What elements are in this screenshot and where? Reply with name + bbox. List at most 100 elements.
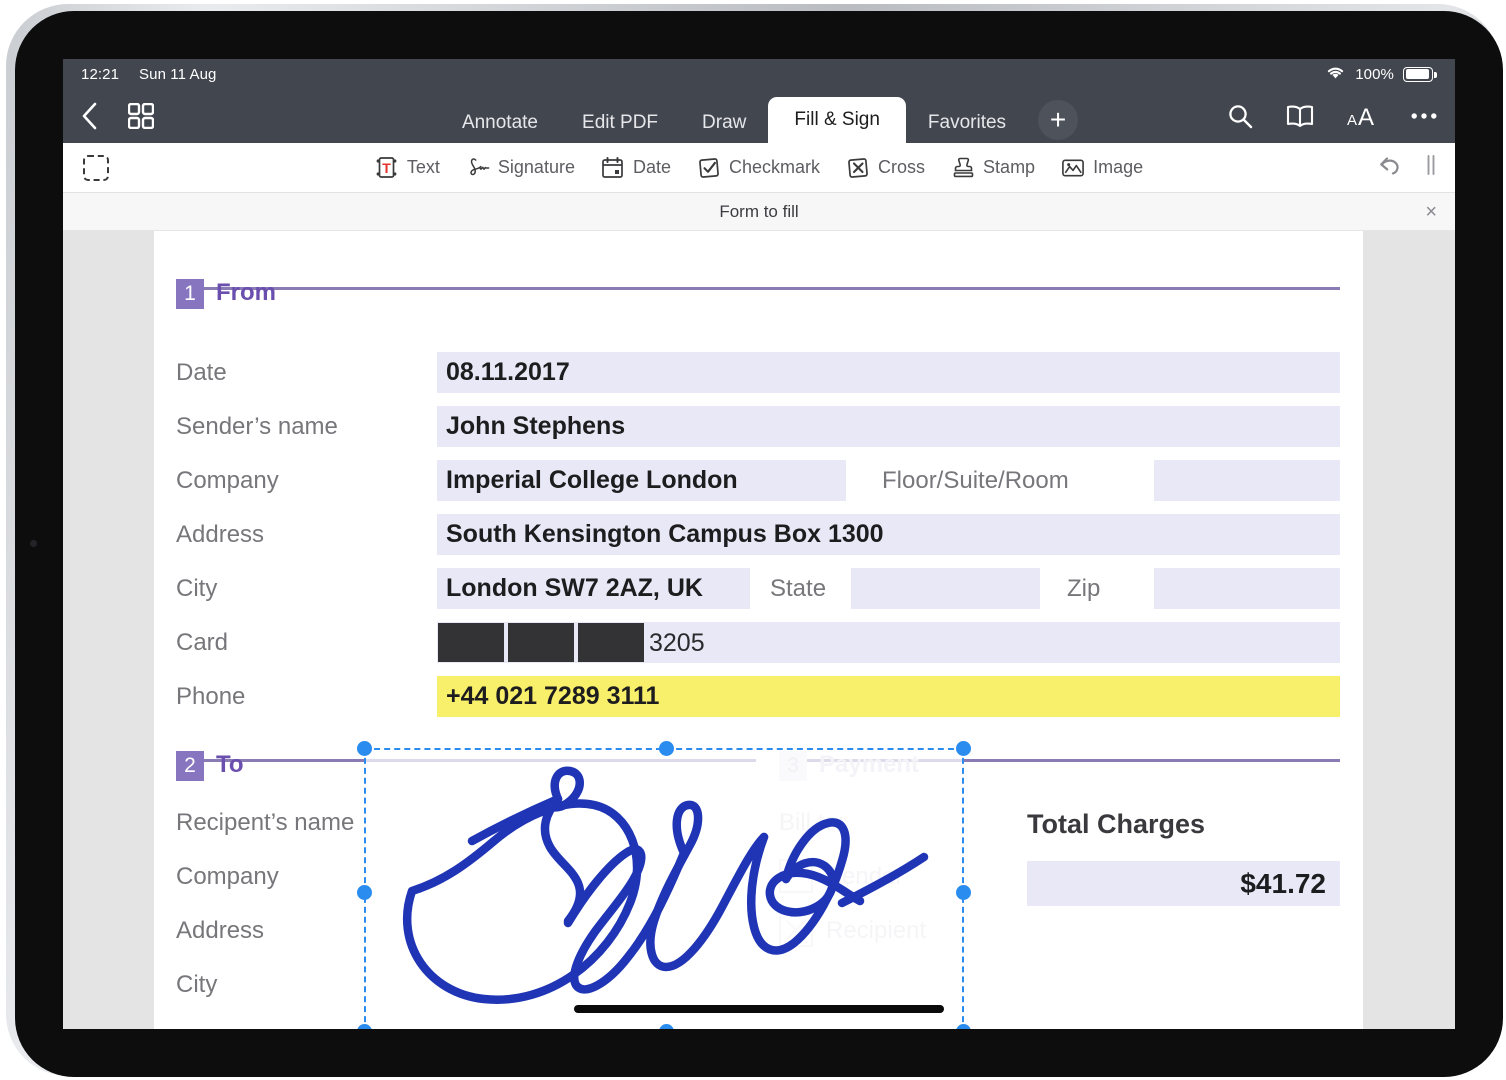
navigation-bar: Annotate Edit PDF Draw Fill & Sign Favor… xyxy=(63,89,1455,143)
label-address-to: Address xyxy=(176,917,265,944)
field-date[interactable]: 08.11.2017 xyxy=(437,352,1340,393)
tab-fill-and-sign[interactable]: Fill & Sign xyxy=(768,97,906,143)
battery-full-icon xyxy=(1403,66,1437,82)
text-tool-icon: T xyxy=(375,156,399,180)
tool-text[interactable]: T Text xyxy=(375,156,440,180)
resize-handle-top-left[interactable] xyxy=(357,741,372,756)
tool-image[interactable]: Image xyxy=(1061,156,1143,180)
section-title-to: To xyxy=(216,751,244,778)
field-zip[interactable] xyxy=(1154,568,1340,609)
svg-text:A: A xyxy=(1347,112,1357,129)
close-icon[interactable]: × xyxy=(1425,202,1437,222)
tool-label: Cross xyxy=(878,157,926,177)
resize-handle-bottom-left[interactable] xyxy=(357,1024,372,1029)
label-address-from: Address xyxy=(176,521,265,548)
field-senders-name[interactable]: John Stephens xyxy=(437,406,1340,447)
section-badge-2: 2 xyxy=(176,751,204,781)
form-to-fill-banner: Form to fill × xyxy=(63,193,1455,231)
book-reading-mode-icon[interactable] xyxy=(1285,105,1315,128)
status-indicators: 100% xyxy=(1325,65,1437,84)
date-tool-icon xyxy=(601,156,625,180)
tool-items: T Text Signature Date Checkmark Cross St… xyxy=(63,156,1455,180)
field-phone-value: +44 021 7289 3111 xyxy=(446,682,660,710)
resize-handle-middle-left[interactable] xyxy=(357,885,372,900)
resize-handle-bottom-right[interactable] xyxy=(956,1024,971,1029)
label-floor-suite-room: Floor/Suite/Room xyxy=(882,467,1069,494)
field-total-charges[interactable]: $41.72 xyxy=(1027,861,1340,906)
tool-label: Text xyxy=(406,157,440,177)
label-phone: Phone xyxy=(176,683,246,710)
tab-favorites[interactable]: Favorites xyxy=(906,103,1028,143)
field-city-from-value: London SW7 2AZ, UK xyxy=(446,574,703,602)
selection-bounding-box[interactable] xyxy=(357,741,971,1029)
battery-percent: 100% xyxy=(1355,65,1394,83)
label-company-from: Company xyxy=(176,467,279,494)
field-state[interactable] xyxy=(851,568,1040,609)
svg-text:A: A xyxy=(1358,104,1374,129)
label-zip: Zip xyxy=(1067,575,1101,602)
text-size-icon[interactable]: AA xyxy=(1347,103,1379,129)
banner-title: Form to fill xyxy=(719,201,799,221)
signature-tool-icon xyxy=(466,156,490,180)
field-city-from[interactable]: London SW7 2AZ, UK xyxy=(437,568,750,609)
resize-handle-top-center[interactable] xyxy=(659,741,674,756)
resize-handle-top-right[interactable] xyxy=(956,741,971,756)
more-options-icon[interactable] xyxy=(1411,112,1437,120)
image-tool-icon xyxy=(1061,156,1085,180)
field-company-from-value: Imperial College London xyxy=(446,466,738,494)
wifi-icon xyxy=(1325,65,1346,84)
ipad-device-frame: 12:21 Sun 11 Aug 100% Annotate Edit PDF … xyxy=(6,4,1503,1077)
tool-label: Image xyxy=(1093,157,1144,177)
tab-draw[interactable]: Draw xyxy=(680,103,768,143)
fill-sign-toolbar: T Text Signature Date Checkmark Cross St… xyxy=(63,143,1455,193)
label-company-to: Company xyxy=(176,863,279,890)
field-total-charges-value: $41.72 xyxy=(1240,867,1326,899)
field-senders-name-value: John Stephens xyxy=(446,412,626,440)
resize-handle-bottom-center[interactable] xyxy=(659,1024,674,1029)
card-redaction-block xyxy=(508,623,574,662)
tool-label: Checkmark xyxy=(729,157,821,177)
status-time: 12:21 xyxy=(81,65,120,83)
total-charges-label: Total Charges xyxy=(1027,809,1206,839)
label-city-to: City xyxy=(176,971,218,998)
tool-checkmark[interactable]: Checkmark xyxy=(697,156,820,180)
section-title-from: From xyxy=(216,279,276,306)
tool-cross[interactable]: Cross xyxy=(846,156,925,180)
tool-stamp[interactable]: Stamp xyxy=(951,156,1035,180)
label-city-from: City xyxy=(176,575,218,602)
tool-label: Stamp xyxy=(983,157,1036,177)
card-redaction-block xyxy=(438,623,504,662)
label-date: Date xyxy=(176,359,227,386)
tab-edit-pdf[interactable]: Edit PDF xyxy=(560,103,680,143)
checkmark-tool-icon xyxy=(697,156,721,180)
field-phone[interactable]: +44 021 7289 3111 xyxy=(437,676,1340,717)
card-redaction-block xyxy=(578,623,644,662)
home-indicator[interactable] xyxy=(574,1005,944,1013)
pdf-page: 1 From Date 08.11.2017 Sender’s name Joh… xyxy=(154,231,1363,1029)
cross-tool-icon xyxy=(846,156,870,180)
status-bar: 12:21 Sun 11 Aug 100% xyxy=(63,59,1455,89)
field-card-value: 3205 xyxy=(649,629,705,657)
label-recipients-name: Recipent’s name xyxy=(176,809,355,836)
section-badge-1: 1 xyxy=(176,279,204,309)
nav-right-group: AA xyxy=(1228,89,1437,143)
resize-handle-middle-right[interactable] xyxy=(956,885,971,900)
document-viewport[interactable]: 1 From Date 08.11.2017 Sender’s name Joh… xyxy=(63,231,1455,1029)
add-tab-button[interactable]: + xyxy=(1038,100,1079,140)
label-card: Card xyxy=(176,629,229,656)
tool-signature[interactable]: Signature xyxy=(466,156,575,180)
field-company-from[interactable]: Imperial College London xyxy=(437,460,846,501)
tool-label: Signature xyxy=(497,157,575,177)
svg-text:T: T xyxy=(383,160,392,176)
label-state: State xyxy=(770,575,827,602)
search-icon[interactable] xyxy=(1228,104,1253,129)
tab-annotate[interactable]: Annotate xyxy=(440,103,560,143)
section-rule-from xyxy=(176,287,1340,290)
tool-date[interactable]: Date xyxy=(601,156,671,180)
field-date-value: 08.11.2017 xyxy=(446,358,570,386)
device-screen: 12:21 Sun 11 Aug 100% Annotate Edit PDF … xyxy=(63,59,1455,1029)
status-date: Sun 11 Aug xyxy=(139,65,217,83)
label-senders-name: Sender’s name xyxy=(176,413,338,440)
field-address-from[interactable]: South Kensington Campus Box 1300 xyxy=(437,514,1340,555)
field-floor-suite-room[interactable] xyxy=(1154,460,1340,501)
